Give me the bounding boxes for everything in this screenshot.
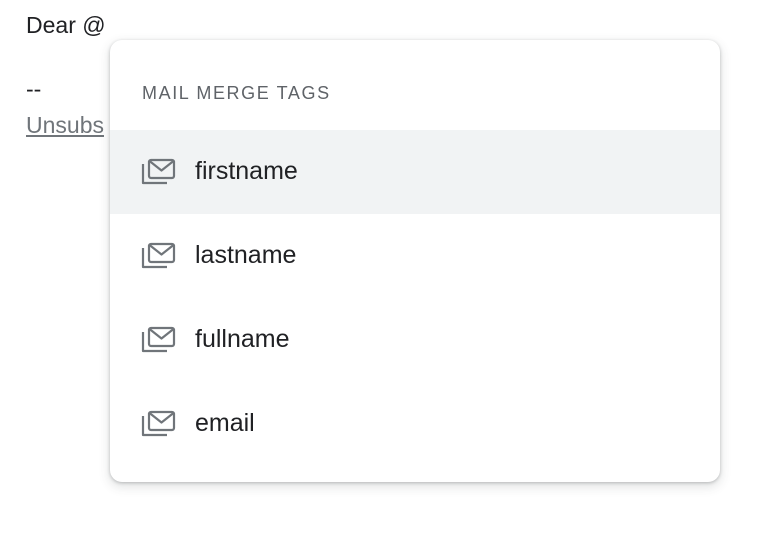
tag-item-email[interactable]: email — [110, 382, 720, 466]
mail-merge-icon — [141, 410, 176, 437]
tag-item-firstname[interactable]: firstname — [110, 130, 720, 214]
greeting-line: Dear @ — [26, 12, 106, 38]
mail-merge-icon — [141, 158, 176, 185]
signature-separator: -- — [26, 76, 42, 102]
unsubscribe-link[interactable]: Unsubs — [26, 112, 104, 139]
popup-header: MAIL MERGE TAGS — [142, 83, 331, 103]
mail-merge-icon — [141, 326, 176, 353]
mail-merge-icon — [141, 242, 176, 269]
tag-item-fullname[interactable]: fullname — [110, 298, 720, 382]
tag-list: firstname lastname fullname email — [110, 130, 720, 466]
tag-label: firstname — [195, 157, 298, 185]
tag-label: lastname — [195, 241, 297, 269]
tag-label: email — [195, 409, 255, 437]
email-compose-canvas: Dear @ -- Unsubs MAIL MERGE TAGS firstna… — [0, 0, 768, 534]
tag-label: fullname — [195, 325, 290, 353]
tag-item-lastname[interactable]: lastname — [110, 214, 720, 298]
mail-merge-tags-popup: MAIL MERGE TAGS firstname lastname fulln… — [110, 40, 720, 482]
